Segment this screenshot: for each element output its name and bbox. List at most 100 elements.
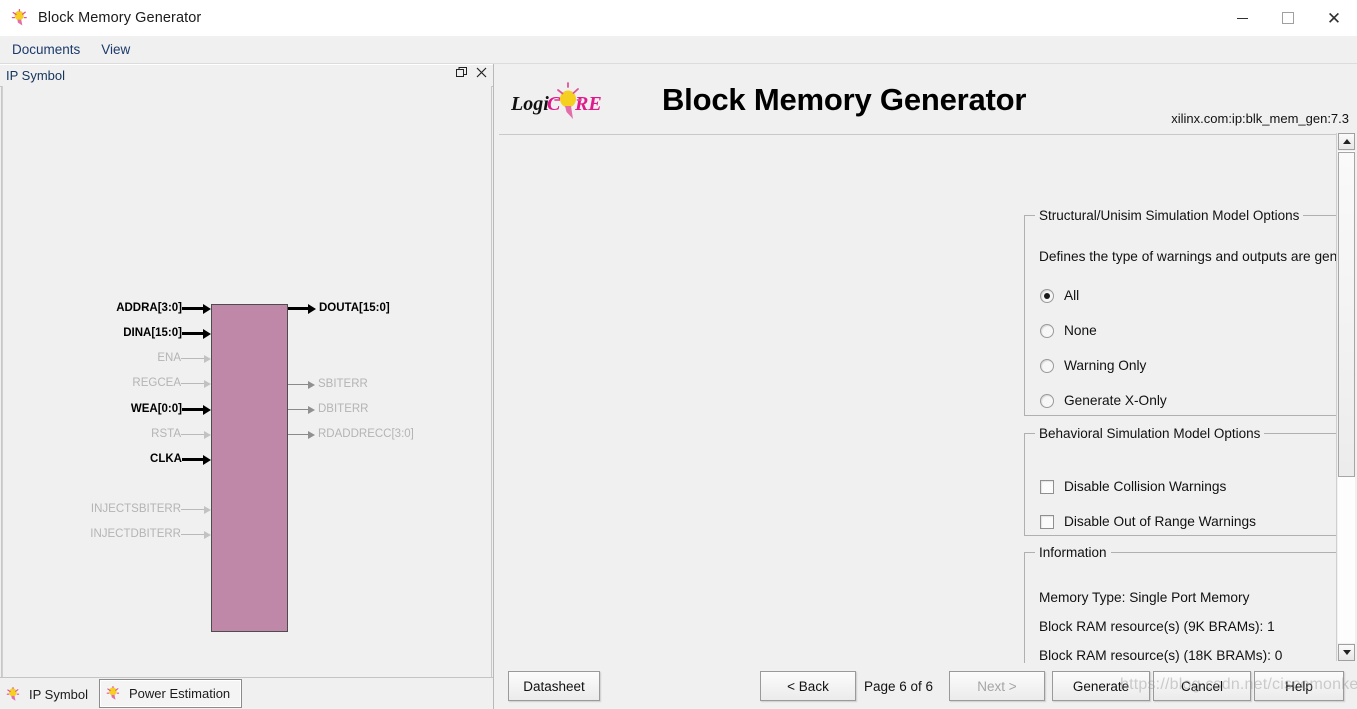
minimize-button[interactable]: [1219, 0, 1265, 36]
radio-all[interactable]: All: [1040, 288, 1079, 303]
radio-icon: [1040, 393, 1054, 408]
dock-header-buttons: [456, 67, 487, 78]
port-injectsbiterr: INJECTSBITERR: [22, 504, 211, 516]
signal-arrow-icon: [182, 454, 211, 466]
radio-warning-only[interactable]: Warning Only: [1040, 358, 1146, 373]
scroll-up-button[interactable]: [1338, 133, 1355, 150]
group-legend: Structural/Unisim Simulation Model Optio…: [1039, 208, 1300, 223]
port-wea: WEA[0:0]: [42, 404, 211, 416]
scroll-down-button[interactable]: [1338, 644, 1355, 661]
structural-simulation-group: Structural/Unisim Simulation Model Optio…: [1024, 208, 1357, 416]
checkbox-disable-out-of-range-warnings[interactable]: Disable Out of Range Warnings: [1040, 514, 1256, 529]
info-line: Block RAM resource(s) (18K BRAMs): 0: [1039, 648, 1283, 663]
restore-icon[interactable]: [456, 67, 467, 78]
port-injectdbiterr: INJECTDBITERR: [22, 529, 211, 541]
back-button[interactable]: < Back: [760, 671, 856, 701]
tab-power-estimation[interactable]: Power Estimation: [99, 679, 243, 708]
help-button[interactable]: Help: [1254, 671, 1344, 701]
menu-bar: Documents View: [0, 36, 1357, 64]
memory-core-block: [211, 304, 288, 632]
radio-icon: [1040, 288, 1054, 303]
canvas-edge-line: [2, 86, 3, 678]
next-button[interactable]: Next >: [949, 671, 1045, 701]
signal-arrow-icon: [288, 379, 315, 391]
info-line: Memory Type: Single Port Memory: [1039, 590, 1250, 605]
vertical-scrollbar[interactable]: [1336, 133, 1357, 661]
signal-arrow-icon: [182, 404, 211, 416]
logicore-bulb-icon: [106, 685, 121, 701]
logicore-bulb-icon: [6, 686, 21, 702]
triangle-up-icon: [1342, 139, 1351, 144]
radio-none[interactable]: None: [1040, 323, 1097, 338]
tab-label: IP Symbol: [29, 687, 89, 702]
group-legend: Behavioral Simulation Model Options: [1039, 426, 1261, 441]
ip-banner: Logi C RE Block Memory Generator xilinx.…: [499, 68, 1351, 135]
dock-title: IP Symbol: [6, 68, 66, 83]
menu-item-documents[interactable]: Documents: [3, 39, 89, 60]
signal-arrow-icon: [288, 303, 316, 315]
behavioral-simulation-group: Behavioral Simulation Model Options Disa…: [1024, 426, 1357, 536]
radio-label: Warning Only: [1064, 358, 1147, 373]
signal-arrow-icon: [181, 429, 211, 441]
tab-ip-symbol[interactable]: IP Symbol: [0, 681, 99, 708]
port-rdaddrecc: RDADDRECC[3:0]: [288, 429, 478, 441]
port-sbiterr: SBITERR: [288, 379, 478, 391]
signal-arrow-icon: [181, 378, 211, 390]
signal-arrow-icon: [181, 504, 211, 516]
svg-text:C: C: [547, 93, 561, 115]
port-label: DINA[15:0]: [123, 327, 182, 340]
svg-text:Logi: Logi: [511, 93, 549, 115]
port-label: ENA: [157, 352, 181, 365]
checkbox-icon: [1040, 479, 1054, 494]
close-button[interactable]: ✕: [1311, 0, 1357, 36]
close-icon[interactable]: [476, 67, 487, 78]
signal-arrow-icon: [288, 404, 315, 416]
group-description: Defines the type of warnings and outputs…: [1039, 249, 1357, 264]
scrollbar-thumb[interactable]: [1338, 152, 1355, 477]
window-controls: ✕: [1219, 0, 1357, 36]
info-line: Block RAM resource(s) (9K BRAMs): 1: [1039, 619, 1275, 634]
cancel-button[interactable]: Cancel: [1153, 671, 1251, 701]
port-clka: CLKA: [42, 454, 211, 466]
maximize-button[interactable]: [1265, 0, 1311, 36]
port-label: INJECTDBITERR: [90, 528, 181, 541]
menu-item-view[interactable]: View: [92, 39, 139, 60]
port-regcea: REGCEA: [42, 378, 211, 390]
title-bar: Block Memory Generator ✕: [0, 0, 1357, 36]
wizard-footer: Datasheet < Back Page 6 of 6 Next > Gene…: [494, 663, 1357, 709]
checkbox-disable-collision-warnings[interactable]: Disable Collision Warnings: [1040, 479, 1226, 494]
port-label: SBITERR: [318, 378, 368, 391]
generate-button[interactable]: Generate: [1052, 671, 1150, 701]
logicore-logo: Logi C RE: [510, 81, 621, 125]
port-ena: ENA: [42, 353, 211, 365]
port-dbiterr: DBITERR: [288, 404, 478, 416]
close-icon: ✕: [1326, 8, 1342, 28]
checkbox-label: Disable Collision Warnings: [1064, 479, 1227, 494]
maximize-icon: [1282, 12, 1294, 24]
group-legend: Information: [1039, 545, 1107, 560]
logicore-bulb-icon: [11, 9, 29, 27]
port-label: WEA[0:0]: [130, 403, 182, 416]
radio-icon: [1040, 323, 1054, 338]
minimize-icon: [1236, 17, 1248, 19]
triangle-down-icon: [1342, 650, 1351, 655]
port-label: DOUTA[15:0]: [319, 302, 390, 315]
port-addra: ADDRA[3:0]: [42, 303, 211, 315]
wizard-page-panel: Logi C RE Block Memory Generator xilinx.…: [494, 64, 1357, 709]
radio-icon: [1040, 358, 1054, 373]
port-rsta: RSTA: [42, 429, 211, 441]
signal-arrow-icon: [181, 529, 211, 541]
signal-arrow-icon: [182, 328, 211, 340]
port-dina: DINA[15:0]: [42, 328, 211, 340]
port-label: INJECTSBITERR: [90, 503, 181, 516]
application-window: Block Memory Generator ✕ Documents View …: [0, 0, 1357, 709]
port-label: DBITERR: [318, 403, 369, 416]
port-label: CLKA: [150, 453, 182, 466]
options-scroll-area[interactable]: Structural/Unisim Simulation Model Optio…: [994, 197, 1357, 709]
ip-symbol-canvas[interactable]: ADDRA[3:0] DINA[15:0] ENA REGCEA WEA[0:0…: [1, 86, 492, 679]
datasheet-button[interactable]: Datasheet: [508, 671, 600, 701]
svg-text:RE: RE: [574, 93, 602, 115]
checkbox-label: Disable Out of Range Warnings: [1064, 514, 1256, 529]
dock-header: IP Symbol: [0, 64, 493, 87]
radio-generate-x-only[interactable]: Generate X-Only: [1040, 393, 1167, 408]
